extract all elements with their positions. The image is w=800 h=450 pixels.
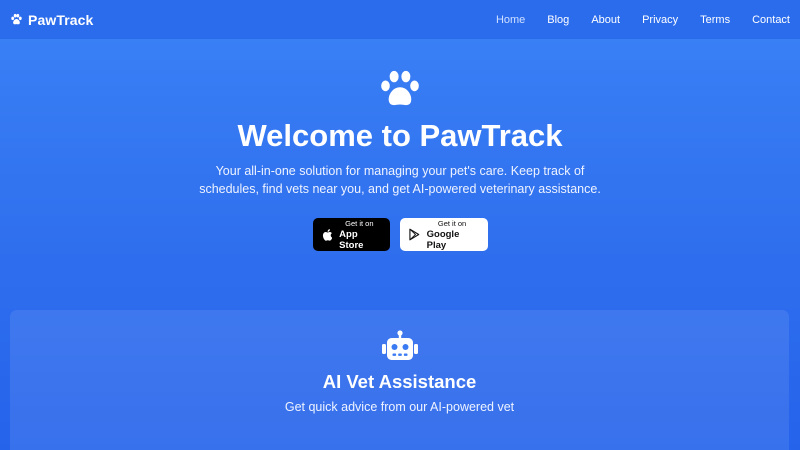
nav-link-home[interactable]: Home — [496, 14, 525, 26]
play-store-icon — [408, 228, 419, 241]
top-navbar: PawTrack Home Blog About Privacy Terms C… — [0, 0, 800, 39]
nav-link-contact[interactable]: Contact — [752, 14, 790, 26]
hero-subtitle: Your all-in-one solution for managing yo… — [199, 164, 601, 196]
google-play-label: Google Play — [426, 229, 460, 251]
feature-card-ai-vet: AI Vet Assistance Get quick advice from … — [10, 310, 789, 450]
app-store-button[interactable]: Get it on App Store — [312, 218, 390, 251]
hero-section: Welcome to PawTrack Your all-in-one solu… — [0, 39, 800, 309]
nav-link-about[interactable]: About — [591, 14, 620, 26]
paw-icon — [381, 70, 419, 106]
apple-icon — [322, 228, 332, 241]
nav-links: Home Blog About Privacy Terms Contact — [474, 14, 790, 26]
page-title: Welcome to PawTrack — [237, 118, 563, 153]
google-play-button[interactable]: Get it on Google Play — [399, 218, 488, 251]
app-store-small-label: Get it on — [345, 219, 374, 228]
paw-icon — [11, 13, 22, 25]
nav-link-privacy[interactable]: Privacy — [642, 14, 678, 26]
nav-link-blog[interactable]: Blog — [547, 14, 569, 26]
feature-description: Get quick advice from our AI-powered vet — [284, 400, 515, 414]
robot-icon — [381, 330, 418, 360]
app-store-text: Get it on App Store — [339, 218, 379, 251]
app-store-label: App Store — [339, 229, 364, 251]
google-play-small-label: Get it on — [437, 219, 467, 228]
brand-logo[interactable]: PawTrack — [10, 12, 93, 28]
store-buttons: Get it on App Store Get it on Google Pla… — [312, 218, 488, 251]
brand-name: PawTrack — [28, 11, 94, 28]
feature-title: AI Vet Assistance — [322, 371, 477, 392]
nav-link-terms[interactable]: Terms — [700, 14, 730, 26]
google-play-text: Get it on Google Play — [427, 218, 478, 251]
